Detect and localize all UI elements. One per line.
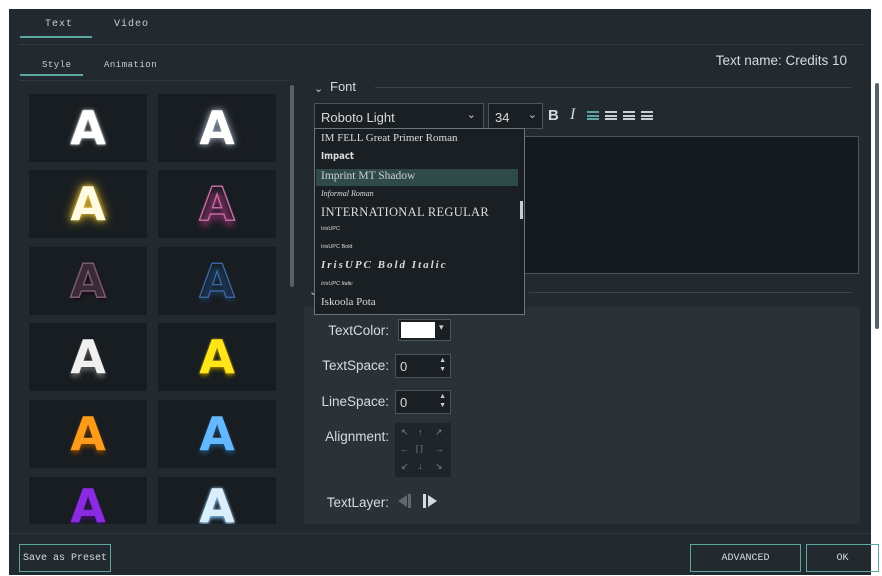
arrow-down-right-icon[interactable]: ↘ (435, 461, 443, 472)
section-divider (529, 292, 851, 293)
arrow-up-icon[interactable]: ↑ (418, 427, 423, 437)
chevron-down-icon: ⌄ (466, 109, 476, 121)
alignment-label: Alignment: (325, 429, 389, 444)
text-color-picker[interactable]: ▾ (398, 319, 451, 341)
bold-button[interactable]: B (548, 107, 559, 124)
preset-glyph: A (70, 330, 106, 384)
stepper-icon[interactable]: ▲ ▼ (439, 392, 446, 410)
preset-tile[interactable]: A (29, 323, 147, 391)
align-center-icon[interactable] (605, 111, 617, 120)
tab-animation[interactable]: Animation (104, 60, 157, 70)
align-justify-icon[interactable] (641, 111, 653, 120)
preset-tile[interactable]: A (158, 323, 276, 391)
alignment-grid[interactable]: ↖ ↑ ↗ ← [ ] → ↙ ↓ ↘ (395, 423, 451, 477)
preset-tile[interactable]: A (158, 247, 276, 315)
preset-tile[interactable]: A (158, 170, 276, 238)
font-option[interactable]: IrisUPC Bold Italic (321, 259, 448, 271)
tab-video[interactable]: Video (114, 19, 149, 30)
preset-glyph: A (198, 177, 235, 231)
align-right-icon[interactable] (623, 111, 635, 120)
font-family-select[interactable]: Roboto Light ⌄ (314, 103, 484, 129)
divider (9, 533, 871, 534)
font-dropdown-list[interactable]: IM FELL Great Primer Roman Impact Imprin… (314, 128, 525, 315)
align-left-icon[interactable] (587, 111, 599, 120)
preset-glyph: A (199, 407, 235, 461)
font-section-title: Font (330, 79, 357, 94)
dropdown-scrollbar[interactable] (520, 201, 523, 219)
text-space-input[interactable]: 0 ▲ ▼ (395, 354, 451, 378)
chevron-down-icon[interactable]: ⌄ (314, 82, 323, 95)
save-as-preset-button[interactable]: Save as Preset (19, 544, 111, 572)
font-option[interactable]: IrisUPC Bold (321, 244, 352, 250)
preset-glyph: A (199, 330, 235, 384)
text-name-label: Text name: Credits 10 (715, 53, 847, 68)
font-option[interactable]: Iskoola Pota (321, 296, 376, 308)
arrow-down-left-icon[interactable]: ↙ (401, 461, 409, 472)
arrow-down-icon[interactable]: ↓ (418, 461, 423, 471)
ok-button[interactable]: OK (806, 544, 879, 572)
line-space-label: LineSpace: (321, 394, 389, 409)
text-space-label: TextSpace: (322, 358, 389, 373)
chevron-down-icon: ⌄ (527, 109, 537, 121)
preset-scrollbar[interactable] (290, 85, 294, 287)
arrow-up-right-icon[interactable]: ↗ (435, 427, 443, 438)
section-divider (375, 87, 851, 88)
chevron-down-icon: ▾ (439, 322, 444, 332)
font-family-value: Roboto Light (321, 110, 395, 125)
preset-glyph: A (70, 479, 106, 524)
arrow-right-icon[interactable]: → (435, 444, 444, 454)
preset-tile[interactable]: A (158, 400, 276, 468)
center-icon[interactable]: [ ] (416, 444, 423, 453)
preset-tile[interactable]: A (29, 94, 147, 162)
preset-tile[interactable]: A (29, 400, 147, 468)
font-size-value: 34 (495, 110, 510, 125)
font-option[interactable]: IrisUPC (321, 226, 340, 232)
layer-forward-icon[interactable] (423, 494, 439, 509)
preset-glyph: A (69, 254, 106, 308)
preset-glyph: A (199, 479, 235, 524)
preset-tile[interactable]: A (158, 477, 276, 524)
font-option[interactable]: Informal Roman (321, 189, 374, 198)
italic-button[interactable]: I (570, 106, 575, 124)
line-space-value: 0 (400, 395, 408, 410)
preset-tile[interactable]: A (29, 170, 147, 238)
stepper-icon[interactable]: ▲ ▼ (439, 356, 446, 374)
advanced-button[interactable]: ADVANCED (690, 544, 801, 572)
text-editor-window: Text Video Style Animation Text name: Cr… (9, 9, 879, 575)
tab-style-underline (20, 74, 83, 76)
tab-text[interactable]: Text (45, 19, 73, 30)
layer-back-icon[interactable] (398, 494, 414, 509)
preset-tile[interactable]: A (158, 94, 276, 162)
divider (20, 44, 862, 45)
line-space-input[interactable]: 0 ▲ ▼ (395, 390, 451, 414)
font-option[interactable]: IM FELL Great Primer Roman (321, 132, 457, 144)
preset-glyph: A (70, 101, 106, 155)
font-option[interactable]: Imprint MT Shadow (321, 170, 415, 182)
color-swatch (401, 322, 435, 338)
font-option[interactable]: IrisUPC Italic (321, 281, 353, 287)
arrow-left-icon[interactable]: ← (400, 444, 409, 454)
arrow-up-left-icon[interactable]: ↖ (401, 427, 409, 438)
font-size-select[interactable]: 34 ⌄ (488, 103, 543, 129)
text-layer-label: TextLayer: (326, 495, 389, 510)
text-color-label: TextColor: (328, 323, 389, 338)
tab-style[interactable]: Style (42, 60, 72, 70)
settings-scrollbar[interactable] (875, 83, 879, 329)
preset-tile[interactable]: A (29, 477, 147, 524)
text-input-area[interactable] (523, 136, 859, 274)
preset-tile[interactable]: A (29, 247, 147, 315)
font-option[interactable]: Impact (321, 151, 354, 162)
preset-glyph: A (70, 407, 106, 461)
tab-text-underline (20, 36, 92, 38)
preset-glyph: A (70, 177, 106, 231)
text-space-value: 0 (400, 359, 408, 374)
preset-glyph: A (199, 254, 236, 308)
preset-glyph: A (199, 101, 235, 155)
settings-panel (304, 307, 860, 524)
font-option[interactable]: INTERNATIONAL REGULAR (321, 205, 489, 220)
divider (20, 80, 290, 81)
